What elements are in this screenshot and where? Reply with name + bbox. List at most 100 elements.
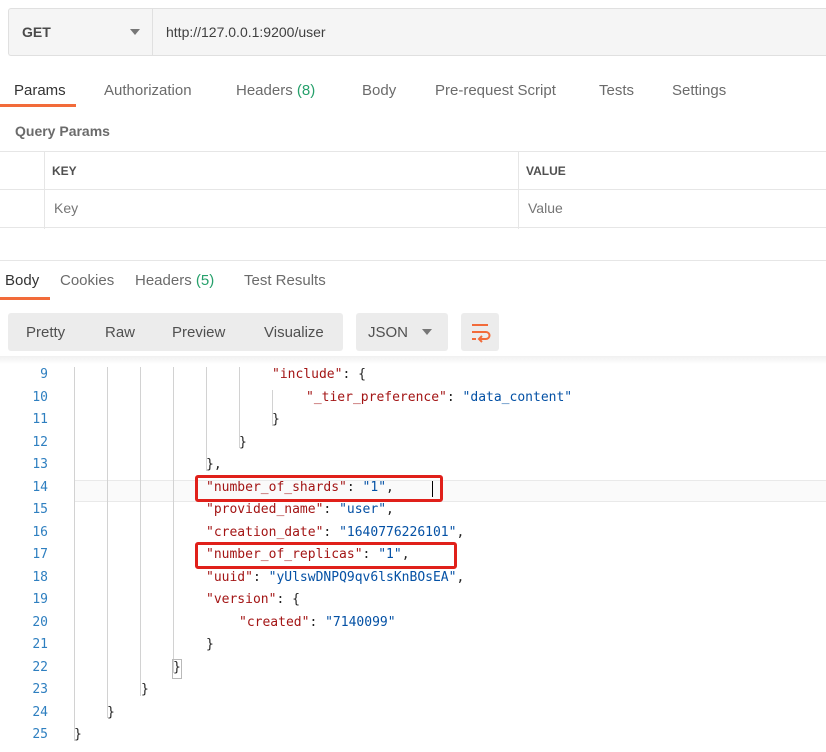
tab-authorization[interactable]: Authorization [104, 82, 192, 99]
response-divider [0, 260, 826, 261]
line-number: 11 [32, 412, 48, 427]
key-input[interactable] [54, 200, 254, 216]
line-number: 20 [32, 614, 48, 630]
line-number: 22 [32, 659, 48, 675]
json-punctuation: : { [276, 592, 300, 607]
indent-guide [173, 367, 174, 673]
method-select[interactable]: GET [9, 9, 153, 55]
value-input[interactable] [528, 200, 728, 216]
json-separator: : [446, 389, 463, 405]
json-key: "version" [206, 592, 277, 607]
json-value: "user" [339, 502, 387, 517]
line-number: 17 [32, 547, 48, 562]
json-value: "7140099" [325, 614, 396, 630]
json-separator: : [252, 569, 269, 585]
highlight-annotation-box [195, 542, 457, 569]
line-number: 16 [32, 524, 48, 540]
tab-body[interactable]: Body [362, 82, 396, 99]
line-number: 12 [32, 434, 48, 450]
code-line: } [107, 704, 115, 720]
view-mode-group: Pretty Raw Preview Visualize [8, 313, 343, 351]
view-visualize-button[interactable]: Visualize [264, 324, 324, 341]
code-line: "created": "7140099" [239, 615, 396, 630]
code-line: "creation_date": "1640776226101", [206, 525, 464, 540]
line-number: 18 [32, 569, 48, 585]
json-value: "1640776226101" [339, 524, 457, 540]
indent-guide [74, 367, 75, 741]
json-key: "_tier_preference" [306, 389, 447, 405]
json-separator: : [323, 524, 340, 540]
current-line-highlight [74, 479, 826, 502]
request-tabs: Params Authorization Headers (8) Body Pr… [0, 72, 826, 108]
line-number: 24 [32, 704, 48, 720]
tab-cookies[interactable]: Cookies [60, 272, 114, 289]
json-key: "created" [239, 614, 310, 630]
format-label: JSON [368, 324, 409, 341]
format-select[interactable]: JSON [356, 313, 448, 351]
line-number: 19 [32, 592, 48, 607]
tab-headers[interactable]: Headers (8) [236, 82, 315, 99]
text-cursor [432, 480, 433, 497]
column-divider [44, 152, 45, 229]
code-line: } [141, 682, 149, 697]
code-line: } [206, 637, 214, 652]
view-pretty-button[interactable]: Pretty [26, 324, 65, 341]
json-punctuation: , [386, 502, 394, 517]
query-params-table: KEY VALUE [0, 151, 826, 229]
view-preview-button[interactable]: Preview [172, 324, 225, 341]
tab-settings[interactable]: Settings [672, 82, 726, 99]
code-line: "uuid": "yUlswDNPQ9qv6lsKnBOsEA", [206, 570, 464, 585]
tab-test-results[interactable]: Test Results [244, 272, 326, 289]
query-params-title: Query Params [15, 123, 110, 139]
line-number: 9 [40, 367, 48, 382]
request-url-bar: GET http://127.0.0.1:9200/user [8, 8, 826, 56]
wrap-lines-icon [472, 324, 491, 343]
tab-params[interactable]: Params [14, 82, 66, 99]
indent-guide [107, 367, 108, 718]
json-value: "yUlswDNPQ9qv6lsKnBOsEA" [268, 569, 457, 585]
json-key: "include" [272, 367, 343, 382]
json-key: "creation_date" [206, 524, 324, 540]
bracket-match-highlight [172, 658, 182, 679]
indent-guide [140, 367, 141, 696]
view-raw-button[interactable]: Raw [105, 324, 135, 341]
tab-response-headers[interactable]: Headers (5) [135, 272, 214, 289]
highlight-annotation-box [195, 474, 443, 502]
indent-guide [206, 367, 207, 471]
active-tab-indicator [0, 104, 76, 107]
active-response-tab-indicator [0, 297, 50, 300]
code-line: } [239, 434, 247, 450]
key-column-header: KEY [52, 164, 77, 178]
line-number: 25 [32, 727, 48, 742]
table-header-row [0, 152, 826, 190]
column-divider [518, 152, 519, 229]
response-headers-count-badge: (5) [195, 272, 215, 289]
chevron-down-icon [130, 29, 140, 35]
code-line: "provided_name": "user", [206, 502, 394, 517]
url-input[interactable]: http://127.0.0.1:9200/user [153, 9, 826, 55]
code-line: } [74, 727, 82, 742]
tab-response-headers-label: Headers [135, 272, 192, 289]
tab-tests[interactable]: Tests [599, 82, 634, 99]
code-line: } [272, 412, 280, 427]
wrap-lines-button[interactable] [461, 313, 499, 351]
json-punctuation: , [456, 524, 465, 540]
response-body-viewer: 9 "include": {10 "_tier_preference": "data… [0, 360, 826, 752]
line-number: 10 [32, 389, 48, 405]
line-number: 15 [32, 502, 48, 517]
json-punctuation: : { [342, 367, 366, 382]
json-separator: : [309, 614, 326, 630]
code-line: "version": { [206, 592, 300, 607]
headers-count-badge: (8) [296, 82, 316, 99]
code-line: }, [206, 457, 222, 472]
json-key: "uuid" [206, 569, 253, 585]
tab-headers-label: Headers [236, 82, 293, 99]
line-number: 23 [32, 682, 48, 697]
json-value: "data_content" [462, 389, 573, 405]
line-number: 21 [32, 637, 48, 652]
tab-pre-request-script[interactable]: Pre-request Script [435, 82, 556, 99]
tab-response-body[interactable]: Body [5, 272, 39, 289]
value-column-header: VALUE [526, 164, 566, 178]
chevron-down-icon [422, 329, 432, 335]
json-punctuation: , [456, 569, 465, 585]
